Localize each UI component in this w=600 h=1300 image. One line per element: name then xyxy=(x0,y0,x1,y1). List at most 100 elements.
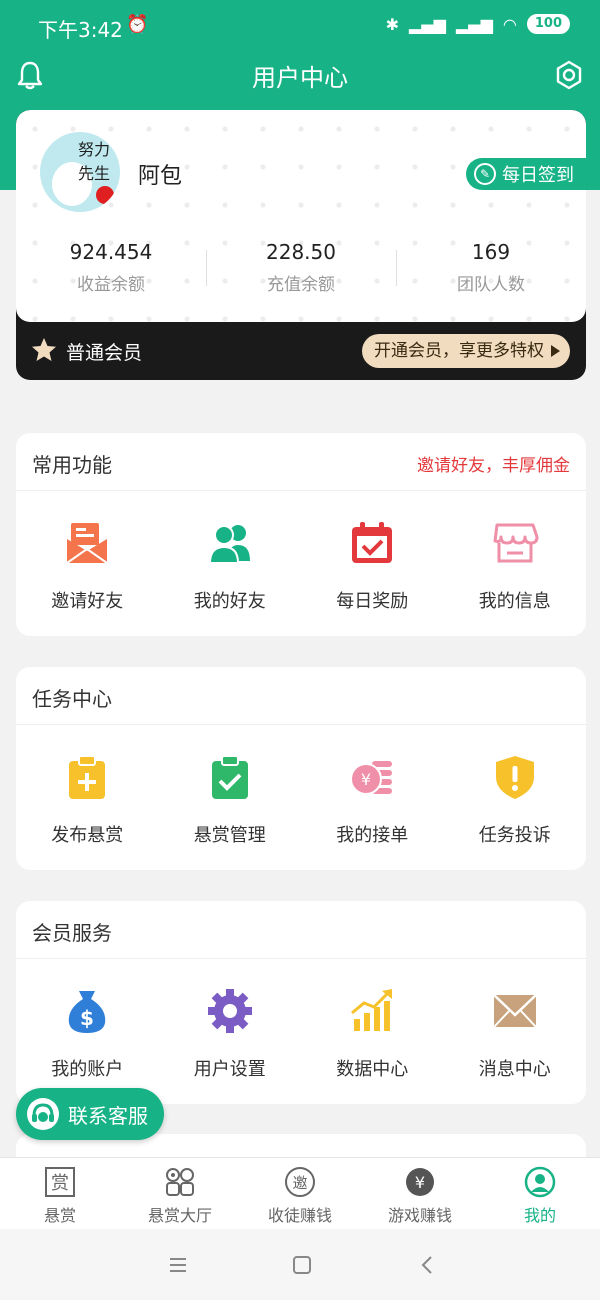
task-complaint-item[interactable]: 任务投诉 xyxy=(444,725,587,869)
battery-icon: 100 xyxy=(526,14,570,34)
tab-glyph: ¥ xyxy=(415,1173,425,1192)
flag-badge xyxy=(96,186,114,204)
profile-card: 努力先生 阿包 ✎ 每日签到 924.454 收益余额 228.50 充值余额 … xyxy=(16,110,586,380)
stat-value: 169 xyxy=(471,240,511,264)
store-icon xyxy=(493,523,539,563)
signal-icon: ▂▄▆ xyxy=(409,14,446,34)
star-icon xyxy=(32,338,56,361)
nav-bar: 用户中心 xyxy=(0,54,600,98)
item-label: 每日奖励 xyxy=(336,591,409,612)
tab-label: 悬赏大厅 xyxy=(147,1206,212,1225)
tab-label: 游戏赚钱 xyxy=(387,1206,452,1225)
reward-management-item[interactable]: 悬赏管理 xyxy=(159,725,302,869)
calendar-check-icon xyxy=(352,522,393,563)
upgrade-member-button[interactable]: 开通会员，享更多特权 xyxy=(362,334,570,368)
section-title: 会员服务 xyxy=(32,921,112,945)
item-label: 消息中心 xyxy=(478,1059,551,1080)
section-title: 任务中心 xyxy=(32,687,112,711)
task-center-section: 任务中心 发布悬赏 悬赏管理 ¥ 我的接单 任务投诉 xyxy=(16,667,586,870)
stat-label: 充值余额 xyxy=(267,275,335,295)
settings-icon[interactable] xyxy=(554,60,584,90)
avatar-text: 努力先生 xyxy=(78,140,111,183)
stat-earnings[interactable]: 924.454 收益余额 xyxy=(16,240,206,300)
home-square-icon[interactable] xyxy=(290,1253,314,1277)
section-header: 任务中心 xyxy=(16,667,586,725)
my-account-item[interactable]: $ 我的账户 xyxy=(16,959,159,1103)
section-title: 常用功能 xyxy=(32,453,112,477)
member-grid: $ 我的账户 用户设置 数据中心 消息中心 xyxy=(16,959,586,1103)
item-label: 任务投诉 xyxy=(478,825,551,846)
friends-icon xyxy=(208,525,250,564)
invite-envelope-icon xyxy=(66,523,108,564)
invite-friends-link[interactable]: 邀请好友，丰厚佣金 xyxy=(417,451,570,476)
reward-icon: 赏 xyxy=(45,1167,75,1197)
daily-reward-item[interactable]: 每日奖励 xyxy=(301,491,444,635)
tab-label: 我的 xyxy=(523,1206,556,1225)
page-title: 用户中心 xyxy=(252,64,348,92)
tab-label: 收徒赚钱 xyxy=(267,1206,332,1225)
tab-reward-hall[interactable]: 悬赏大厅 xyxy=(120,1158,240,1229)
data-center-item[interactable]: 数据中心 xyxy=(301,959,444,1103)
user-icon xyxy=(524,1166,556,1198)
customer-service-button[interactable]: 联系客服 xyxy=(16,1088,164,1140)
publish-reward-item[interactable]: 发布悬赏 xyxy=(16,725,159,869)
stat-label: 收益余额 xyxy=(77,275,145,295)
tab-glyph: 邀 xyxy=(292,1174,307,1192)
clipboard-plus-icon xyxy=(69,755,106,799)
section-header: 会员服务 xyxy=(16,901,586,959)
svg-text:$: $ xyxy=(80,1006,94,1030)
member-services-section: 会员服务 $ 我的账户 用户设置 数据中心 消息中心 xyxy=(16,901,586,1104)
tab-mine[interactable]: 我的 xyxy=(480,1158,600,1229)
avatar[interactable]: 努力先生 xyxy=(40,132,120,212)
my-info-item[interactable]: 我的信息 xyxy=(444,491,587,635)
customer-service-label: 联系客服 xyxy=(68,1103,148,1128)
signal-icon-2: ▂▄▆ xyxy=(455,14,493,34)
user-settings-item[interactable]: 用户设置 xyxy=(159,959,302,1103)
coins-icon: ¥ xyxy=(350,761,393,795)
stat-value: 228.50 xyxy=(266,240,336,264)
item-label: 数据中心 xyxy=(336,1059,409,1080)
stats-row: 924.454 收益余额 228.50 充值余额 169 团队人数 xyxy=(16,240,586,300)
bar-chart-icon xyxy=(351,989,393,1031)
section-header: 常用功能 邀请好友，丰厚佣金 xyxy=(16,433,586,491)
stat-recharge[interactable]: 228.50 充值余额 xyxy=(206,240,396,300)
invite-icon: 邀 xyxy=(285,1167,315,1197)
svg-text:¥: ¥ xyxy=(361,770,371,789)
item-label: 我的信息 xyxy=(478,591,551,612)
headset-icon xyxy=(27,1098,59,1130)
item-label: 用户设置 xyxy=(193,1059,266,1080)
yuan-icon: ¥ xyxy=(406,1168,434,1196)
membership-row: 普通会员 开通会员，享更多特权 xyxy=(16,322,586,380)
status-bar: 下午3:42 ⏰ ✱ ▂▄▆ ▂▄▆ ◠ 100 xyxy=(0,0,600,54)
message-center-item[interactable]: 消息中心 xyxy=(444,959,587,1103)
checkin-label: 每日签到 xyxy=(502,165,574,186)
tab-label: 悬赏 xyxy=(43,1206,76,1225)
grid-icon xyxy=(166,1168,194,1196)
mail-icon xyxy=(492,994,537,1028)
my-friends-item[interactable]: 我的好友 xyxy=(159,491,302,635)
menu-icon[interactable] xyxy=(166,1253,190,1277)
item-label: 悬赏管理 xyxy=(193,825,266,846)
task-grid: 发布悬赏 悬赏管理 ¥ 我的接单 任务投诉 xyxy=(16,725,586,869)
status-icons: ✱ ▂▄▆ ▂▄▆ ◠ 100 xyxy=(386,14,570,34)
checkin-button[interactable]: ✎ 每日签到 xyxy=(466,158,586,190)
gear-icon xyxy=(207,989,252,1033)
item-label: 我的账户 xyxy=(51,1059,124,1080)
my-orders-item[interactable]: ¥ 我的接单 xyxy=(301,725,444,869)
profile-info: 努力先生 阿包 ✎ 每日签到 924.454 收益余额 228.50 充值余额 … xyxy=(16,110,586,322)
invite-friends-item[interactable]: 邀请好友 xyxy=(16,491,159,635)
stat-team[interactable]: 169 团队人数 xyxy=(396,240,586,300)
bottom-tab-bar: 赏 悬赏 悬赏大厅 邀 收徒赚钱 ¥ 游戏赚钱 我的 xyxy=(0,1157,600,1229)
stat-label: 团队人数 xyxy=(457,275,525,295)
tab-game[interactable]: ¥ 游戏赚钱 xyxy=(360,1158,480,1229)
shield-alert-icon xyxy=(495,756,534,799)
tab-reward[interactable]: 赏 悬赏 xyxy=(0,1158,120,1229)
system-navigation-bar xyxy=(0,1229,600,1300)
clipboard-check-icon xyxy=(211,755,248,799)
item-label: 邀请好友 xyxy=(51,591,124,612)
item-label: 发布悬赏 xyxy=(51,825,124,846)
tab-invite[interactable]: 邀 收徒赚钱 xyxy=(240,1158,360,1229)
item-label: 我的好友 xyxy=(193,591,266,612)
back-icon[interactable] xyxy=(416,1253,440,1277)
common-grid: 邀请好友 我的好友 每日奖励 我的信息 xyxy=(16,491,586,635)
